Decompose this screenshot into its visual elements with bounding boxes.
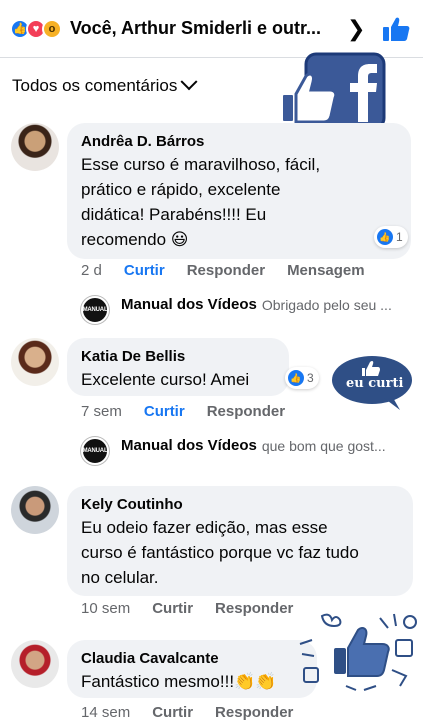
- comment-text-line: prático e rápido, excelente: [81, 180, 281, 199]
- like-thumb-icon[interactable]: [382, 16, 410, 42]
- reactions-header[interactable]: 👍 ♥ o Você, Arthur Smiderli e outr... ❯: [0, 0, 423, 58]
- wow-reaction-icon: o: [42, 18, 62, 39]
- avatar[interactable]: [11, 640, 59, 688]
- reaction-count[interactable]: 👍 3: [285, 367, 319, 389]
- thumbs-up-doodle-sticker: [299, 613, 417, 691]
- reply-button[interactable]: Responder: [207, 403, 285, 420]
- comment-actions: 7 sem Curtir Responder: [81, 403, 307, 420]
- comment-author[interactable]: Katia De Bellis: [81, 347, 275, 367]
- comment-actions: 14 sem Curtir Responder: [81, 704, 315, 721]
- comment-text-line: recomendo 😃: [81, 230, 189, 249]
- comment-text-line: didática! Parabéns!!!! Eu: [81, 205, 267, 224]
- reply-button[interactable]: Responder: [187, 262, 265, 279]
- reactors-summary[interactable]: Você, Arthur Smiderli e outr...: [70, 18, 325, 39]
- message-button[interactable]: Mensagem: [287, 262, 365, 279]
- comment-time: 10 sem: [81, 600, 131, 617]
- avatar[interactable]: [11, 123, 59, 171]
- comment-bubble: Claudia Cavalcante Fantástico mesmo!!!👏👏: [67, 640, 317, 698]
- comment-actions: 2 d Curtir Responder Mensagem: [81, 262, 387, 279]
- avatar: MANUAL: [81, 296, 109, 324]
- facebook-like-logo: [281, 52, 386, 130]
- reply-button[interactable]: Responder: [215, 600, 293, 617]
- reply-author: Manual dos Vídeos: [121, 437, 257, 454]
- like-icon: 👍: [288, 370, 304, 386]
- comment-author[interactable]: Kely Coutinho: [81, 495, 399, 515]
- comment-bubble: Kely Coutinho Eu odeio fazer edição, mas…: [67, 486, 413, 596]
- like-button[interactable]: Curtir: [124, 262, 165, 279]
- avatar[interactable]: [11, 338, 59, 386]
- reply-author: Manual dos Vídeos: [121, 296, 257, 313]
- reply-preview[interactable]: MANUAL Manual dos Vídeos Obrigado pelo s…: [81, 296, 392, 324]
- comment-text-line: Excelente curso! Amei: [81, 370, 250, 389]
- reaction-icons: 👍 ♥ o: [10, 18, 62, 39]
- like-icon: 👍: [377, 229, 393, 245]
- reply-text: que bom que gost...: [261, 437, 386, 454]
- comment-time: 7 sem: [81, 403, 122, 420]
- comment-time: 2 d: [81, 262, 102, 279]
- avatar[interactable]: [11, 486, 59, 534]
- comment-author[interactable]: Andrêa D. Bárros: [81, 132, 397, 152]
- chevron-down-icon: [180, 73, 198, 91]
- comments-filter-dropdown[interactable]: Todos os comentários: [12, 73, 198, 96]
- comment-actions: 10 sem Curtir Responder: [81, 600, 315, 617]
- comment-text-line: Eu odeio fazer edição, mas esse: [81, 518, 328, 537]
- comment-time: 14 sem: [81, 704, 131, 721]
- eu-curti-label: eu curti: [346, 376, 404, 391]
- reply-text: Obrigado pelo seu ...: [261, 296, 392, 313]
- comment-author[interactable]: Claudia Cavalcante: [81, 649, 303, 669]
- comment-text-line: Esse curso é maravilhoso, fácil,: [81, 155, 321, 174]
- filter-label: Todos os comentários: [12, 76, 178, 95]
- chevron-right-icon[interactable]: ❯: [347, 16, 365, 42]
- avatar: MANUAL: [81, 437, 109, 465]
- like-button[interactable]: Curtir: [152, 704, 193, 721]
- like-button[interactable]: Curtir: [144, 403, 185, 420]
- comment-text-line: curso é fantástico porque vc faz tudo: [81, 543, 359, 562]
- reaction-count[interactable]: 👍 1: [374, 226, 408, 248]
- like-button[interactable]: Curtir: [152, 600, 193, 617]
- comment-text-line: Fantástico mesmo!!!👏👏: [81, 672, 277, 691]
- comment-bubble: Andrêa D. Bárros Esse curso é maravilhos…: [67, 123, 411, 259]
- comment-bubble: Katia De Bellis Excelente curso! Amei: [67, 338, 289, 396]
- comment-text-line: no celular.: [81, 568, 159, 587]
- reply-preview[interactable]: MANUAL Manual dos Vídeos que bom que gos…: [81, 437, 386, 465]
- reply-button[interactable]: Responder: [215, 704, 293, 721]
